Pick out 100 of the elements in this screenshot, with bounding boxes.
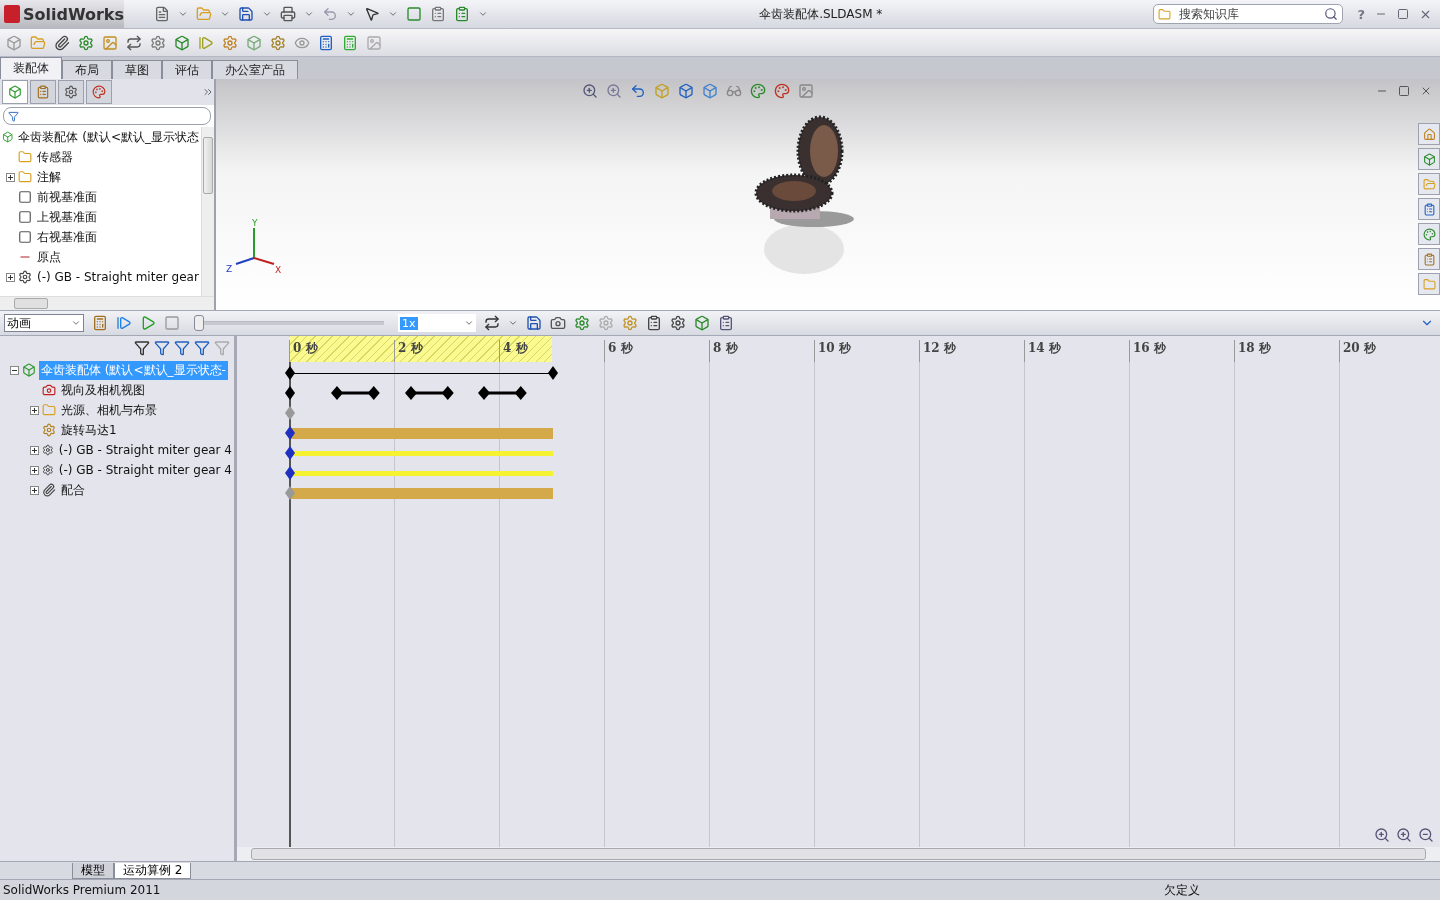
zoom-fit-icon[interactable] <box>1374 827 1390 843</box>
dropdown-caret-icon[interactable] <box>464 318 474 328</box>
command-tab[interactable]: 装配体 <box>0 57 62 79</box>
manager-tab[interactable] <box>30 80 56 104</box>
search-field[interactable]: 搜索知识库 <box>1153 4 1344 24</box>
tree-item[interactable]: 旋转马达1 <box>59 420 119 440</box>
dropdown-caret-icon[interactable] <box>71 318 81 328</box>
expand-icon[interactable] <box>6 172 15 182</box>
print-icon[interactable] <box>280 6 296 22</box>
open-folder-icon[interactable] <box>196 6 212 22</box>
stop-icon[interactable] <box>164 315 180 331</box>
tree-item[interactable]: 前视基准面 <box>35 187 99 207</box>
tree-item[interactable]: 视向及相机视图 <box>59 380 147 400</box>
expand-panel-icon[interactable] <box>202 86 214 98</box>
close-icon[interactable] <box>1420 85 1432 97</box>
study-type-dropdown[interactable]: 动画 <box>4 314 84 332</box>
expand-icon[interactable] <box>6 272 15 282</box>
filter-animated-icon[interactable] <box>154 340 170 356</box>
command-tab[interactable]: 布局 <box>62 60 112 79</box>
command-tab[interactable]: 评估 <box>162 60 212 79</box>
tree-item[interactable]: 伞齿装配体 (默认<默认_显示状态 <box>16 127 201 147</box>
filter-icon[interactable] <box>134 340 150 356</box>
key-interval-drawing[interactable] <box>331 386 380 400</box>
list-icon[interactable] <box>454 6 470 22</box>
dropdown-caret-icon[interactable] <box>262 9 272 19</box>
scrollbar[interactable] <box>201 127 214 296</box>
key-point-icon[interactable] <box>285 446 295 460</box>
filter-field[interactable] <box>3 107 211 125</box>
command-tab[interactable]: 草图 <box>112 60 162 79</box>
slider-thumb[interactable] <box>194 315 204 331</box>
tree-item[interactable]: 上视基准面 <box>35 207 99 227</box>
tree-item[interactable]: 配合 <box>59 480 87 500</box>
key-interval-drawing[interactable] <box>478 386 527 400</box>
collapse-icon[interactable] <box>10 365 19 375</box>
manager-tab[interactable] <box>2 80 28 104</box>
key-point-icon[interactable] <box>547 366 558 380</box>
zoom-area-icon[interactable] <box>606 83 622 99</box>
task-pane-tab[interactable] <box>1418 123 1440 145</box>
expand-icon[interactable] <box>30 485 39 495</box>
tree-item[interactable]: 原点 <box>35 247 63 267</box>
filter-selected-icon[interactable] <box>194 340 210 356</box>
appearance-icon[interactable] <box>750 83 766 99</box>
tree-item[interactable]: 注解 <box>35 167 63 187</box>
dropdown-caret-icon[interactable] <box>220 9 230 19</box>
select-pointer-icon[interactable] <box>364 6 380 22</box>
task-pane-tab[interactable] <box>1418 173 1440 195</box>
zoom-out-icon[interactable] <box>1418 827 1434 843</box>
tree-item[interactable]: (-) GB - Straight miter gear <box>35 269 201 285</box>
dropdown-caret-icon[interactable] <box>346 9 356 19</box>
task-pane-tab[interactable] <box>1418 148 1440 170</box>
manager-tab[interactable] <box>86 80 112 104</box>
zoom-in-icon[interactable] <box>1396 827 1412 843</box>
task-pane-tab[interactable] <box>1418 248 1440 270</box>
dropdown-caret-icon[interactable] <box>178 9 188 19</box>
manager-tab[interactable] <box>58 80 84 104</box>
tree-item[interactable]: 光源、相机与布景 <box>59 400 159 420</box>
dropdown-caret-icon[interactable] <box>304 9 314 19</box>
mate-icon[interactable] <box>54 34 70 51</box>
key-point-icon[interactable] <box>285 426 295 440</box>
key-point-icon[interactable] <box>285 466 295 480</box>
tree-item[interactable]: 传感器 <box>35 147 75 167</box>
play-icon[interactable] <box>140 315 156 331</box>
key-point-icon[interactable] <box>285 386 295 400</box>
dropdown-caret-icon[interactable] <box>478 9 488 19</box>
scrollbar[interactable] <box>237 847 1440 861</box>
expand-icon[interactable] <box>30 445 39 455</box>
undo-icon[interactable] <box>322 6 338 22</box>
zoom-to-fit-icon[interactable] <box>582 83 598 99</box>
filter-driving-icon[interactable] <box>174 340 190 356</box>
task-pane-tab[interactable] <box>1418 198 1440 220</box>
task-pane-tab[interactable] <box>1418 273 1440 295</box>
search-input[interactable]: 搜索知识库 <box>1177 6 1319 22</box>
study-tab[interactable]: 运动算例 2 <box>114 862 192 879</box>
new-document-icon[interactable] <box>154 6 170 22</box>
tree-item[interactable]: (-) GB - Straight miter gear 4 <box>56 462 234 478</box>
move-component-icon[interactable] <box>126 34 142 51</box>
study-tab[interactable]: 模型 <box>72 862 114 879</box>
image-icon[interactable] <box>366 34 382 51</box>
expand-icon[interactable] <box>30 405 39 415</box>
key-interval-drawing[interactable] <box>404 386 454 400</box>
playback-mode-icon[interactable] <box>484 315 500 331</box>
previous-view-icon[interactable] <box>630 83 646 99</box>
tree-item[interactable]: 右视基准面 <box>35 227 99 247</box>
save-icon[interactable] <box>238 6 254 22</box>
dropdown-caret-icon[interactable] <box>388 9 398 19</box>
dropdown-caret-icon[interactable] <box>508 318 518 328</box>
tree-item[interactable]: (-) GB - Straight miter gear 4 <box>56 442 234 458</box>
task-pane-tab[interactable] <box>1418 223 1440 245</box>
play-from-start-icon[interactable] <box>116 315 132 331</box>
glasses-icon[interactable] <box>726 83 742 99</box>
key-point-icon[interactable] <box>285 366 295 380</box>
help-button[interactable]: ? <box>1357 6 1365 22</box>
search-icon[interactable] <box>1324 7 1339 21</box>
command-tab[interactable]: 办公室产品 <box>212 60 298 79</box>
restore-icon[interactable] <box>1397 8 1409 20</box>
save-animation-icon[interactable] <box>526 315 542 331</box>
calculate-icon[interactable] <box>92 315 108 331</box>
restore-icon[interactable] <box>1398 85 1410 97</box>
animation-wizard-icon[interactable] <box>550 315 566 331</box>
scrollbar[interactable] <box>0 296 214 310</box>
